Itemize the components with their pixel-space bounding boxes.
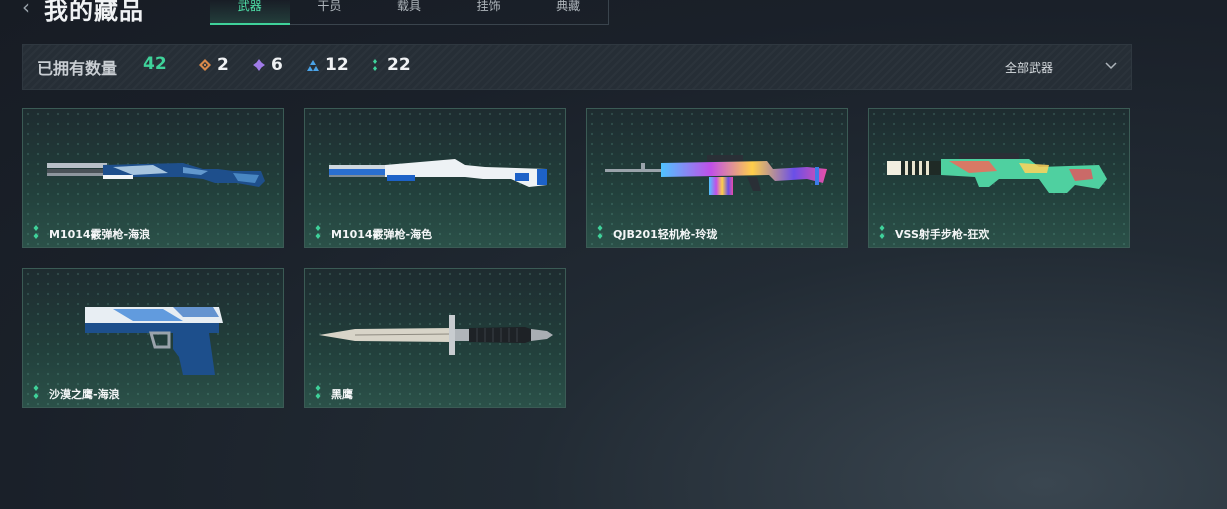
collection-item-card[interactable]: M1014霰弹枪-海色 (304, 108, 566, 248)
rarity-count-blue: 12 (307, 55, 349, 75)
collection-item-card[interactable]: QJB201轻机枪-玲珑 (586, 108, 848, 248)
item-name: 沙漠之鹰-海浪 (49, 388, 120, 401)
green-dots-icon (315, 225, 321, 239)
tab-charms[interactable]: 挂饰 (449, 0, 529, 24)
knife-skin-image (319, 315, 553, 355)
shotgun-skin-image (47, 163, 265, 187)
green-dots-icon (879, 225, 885, 239)
page-title: 我的藏品 (44, 0, 144, 25)
collection-item-card[interactable]: M1014霰弹枪-海浪 (22, 108, 284, 248)
rarity-count-purple: 6 (253, 55, 283, 75)
collection-item-card[interactable]: 沙漠之鹰-海浪 (22, 268, 284, 408)
purple-diamond-icon (253, 59, 265, 71)
rarity-count-orange: 2 (199, 55, 229, 75)
orange-diamond-icon (199, 59, 211, 71)
green-dots-icon (373, 59, 377, 71)
summary-bar: 已拥有数量 42 2 6 12 22 全部武器 (22, 44, 1132, 90)
shotgun-skin-image (329, 159, 547, 187)
back-chevron-icon[interactable]: ‹ (22, 0, 36, 17)
owned-count-value: 42 (143, 54, 167, 74)
green-dots-icon (315, 385, 321, 399)
tab-vehicles[interactable]: 载具 (369, 0, 449, 24)
rarity-count-value: 22 (387, 55, 411, 75)
rarity-count-value: 2 (217, 55, 229, 75)
green-dots-icon (33, 385, 39, 399)
item-name: 黑鹰 (331, 388, 353, 401)
header: ‹ 我的藏品 武器 干员 载具 挂饰 典藏 (0, 0, 1227, 28)
rarity-count-green: 22 (369, 55, 411, 75)
rarity-count-value: 12 (325, 55, 349, 75)
green-dots-icon (33, 225, 39, 239)
green-dots-icon (597, 225, 603, 239)
rarity-count-value: 6 (271, 55, 283, 75)
item-name: VSS射手步枪-狂欢 (895, 228, 990, 241)
collection-item-card[interactable]: 黑鹰 (304, 268, 566, 408)
item-name: M1014霰弹枪-海浪 (49, 228, 151, 241)
collection-item-card[interactable]: VSS射手步枪-狂欢 (868, 108, 1130, 248)
item-name: QJB201轻机枪-玲珑 (613, 228, 718, 241)
tab-operators[interactable]: 干员 (290, 0, 370, 24)
tab-collection[interactable]: 典藏 (528, 0, 608, 24)
light-machine-gun-skin-image (605, 155, 827, 195)
chevron-down-icon (1105, 62, 1117, 70)
owned-count-label: 已拥有数量 (37, 59, 118, 78)
pistol-skin-image (85, 307, 223, 375)
blue-triangle-icon (307, 60, 319, 71)
filter-selected-value: 全部武器 (1005, 61, 1054, 75)
marksman-rifle-skin-image (887, 153, 1107, 193)
tab-weapons[interactable]: 武器 (210, 0, 290, 25)
weapon-filter-dropdown[interactable]: 全部武器 (983, 58, 1118, 78)
item-name: M1014霰弹枪-海色 (331, 228, 433, 241)
category-tabs: 武器 干员 载具 挂饰 典藏 (210, 0, 609, 25)
